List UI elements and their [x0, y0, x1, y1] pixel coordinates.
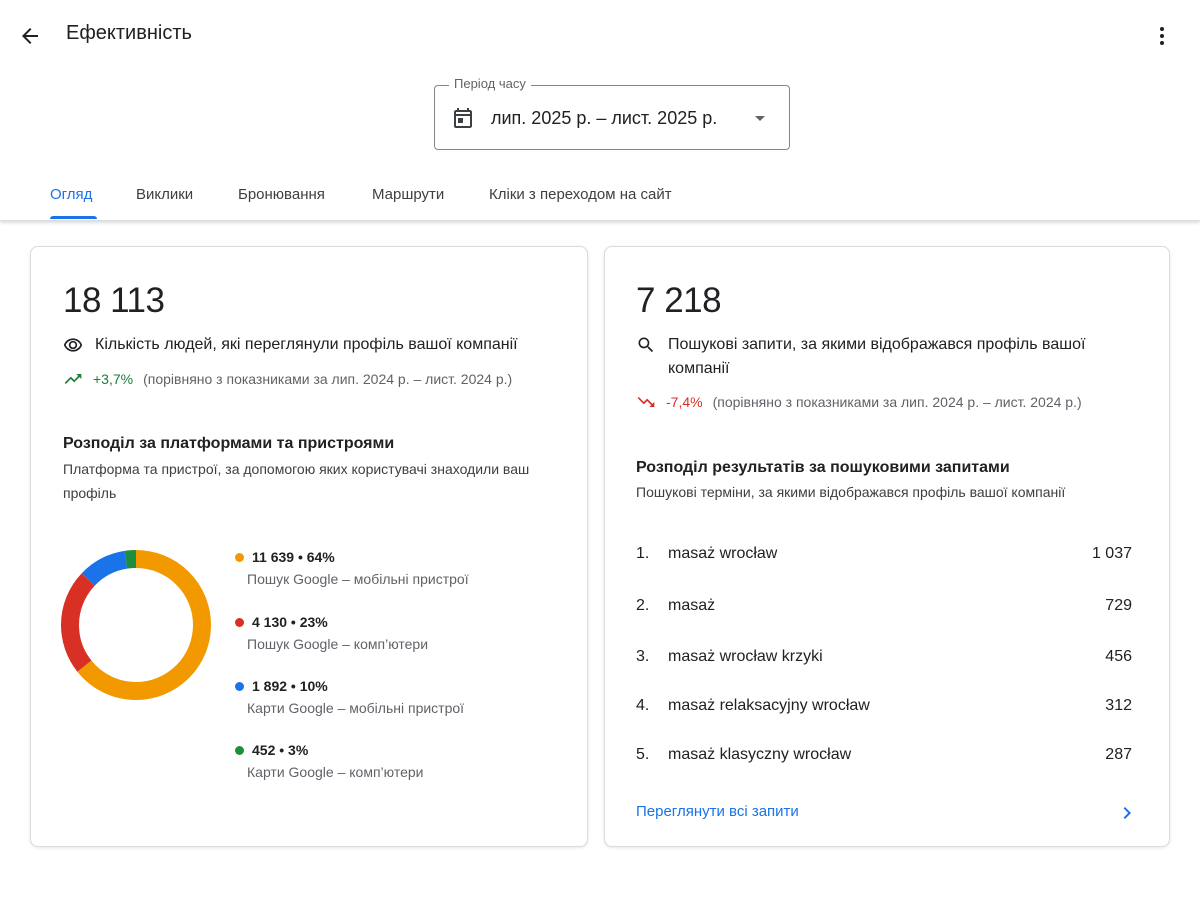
query-term: masaż [668, 597, 716, 614]
query-rank: 5. [636, 746, 650, 763]
legend-label: Пошук Google – мобільні пристрої [247, 571, 469, 587]
arrow-back-icon [22, 28, 38, 44]
search-queries-card: 7 218 Пошукові запити, за якими відображ… [604, 246, 1170, 847]
top-bar: Ефективність [0, 0, 1200, 70]
legend-dot-blue [235, 681, 244, 691]
query-term: masaż relaksacyjny wrocław [668, 697, 870, 714]
back-button[interactable] [14, 20, 46, 52]
searches-metric: Пошукові запити, за якими відображався п… [636, 333, 1136, 381]
page-title: Ефективність [66, 22, 192, 44]
query-term: masaż klasyczny wrocław [668, 746, 852, 763]
legend-label: Карти Google – мобільні пристрої [247, 700, 465, 716]
period-label: Період часу [449, 76, 531, 91]
legend-value: 452 • 3% [252, 742, 309, 758]
breakdown-subtitle: Пошукові терміни, за якими відображався … [636, 484, 1066, 500]
query-rank: 2. [636, 597, 650, 614]
query-rank: 4. [636, 697, 650, 714]
period-value: лип. 2025 р. – лист. 2025 р. [491, 108, 718, 128]
active-tab-indicator [50, 216, 97, 219]
comparison-note: (порівняно з показниками за лип. 2024 р.… [143, 371, 513, 387]
query-row: 3. masaż wrocław krzyki 456 [636, 648, 1132, 672]
more-options-button[interactable] [1146, 20, 1178, 52]
delta-value: +3,7% [93, 371, 134, 387]
legend-label: Пошук Google – комп’ютери [247, 636, 429, 652]
tab-calls[interactable]: Виклики [136, 186, 193, 203]
query-count: 1 037 [1091, 545, 1132, 562]
query-row: 1. masaż wrocław 1 037 [636, 545, 1132, 569]
query-term: masaż wrocław krzyki [668, 648, 823, 665]
query-row: 5. masaż klasyczny wrocław 287 [636, 746, 1132, 770]
legend-item: 452 • 3% Карти Google – комп’ютери [235, 742, 423, 780]
profile-views-label: Кількість людей, які переглянули профіль… [95, 336, 518, 353]
legend-dot-green [235, 745, 244, 755]
legend-value: 4 130 • 23% [252, 614, 328, 630]
legend-item: 4 130 • 23% Пошук Google – комп’ютери [235, 614, 428, 652]
legend-item: 11 639 • 64% Пошук Google – мобільні при… [235, 549, 469, 587]
breakdown-subtitle: Платформа та пристрої, за допомогою яких… [63, 461, 530, 501]
query-count: 287 [1105, 746, 1132, 763]
tab-bookings[interactable]: Бронювання [238, 186, 325, 203]
query-rank: 1. [636, 545, 650, 562]
tab-directions[interactable]: Маршрути [372, 186, 444, 203]
platform-donut-chart [61, 550, 211, 700]
profile-views-card: 18 113 Кількість людей, які переглянули … [30, 246, 588, 847]
profile-views-delta: +3,7% (порівняно з показниками за лип. 2… [63, 369, 512, 389]
query-row: 2. masaż 729 [636, 597, 1132, 621]
eye-icon [63, 333, 83, 357]
searches-total: 7 218 [636, 281, 722, 320]
legend-item: 1 892 • 10% Карти Google – мобільні прис… [235, 678, 464, 716]
legend-label: Карти Google – комп’ютери [247, 764, 424, 780]
dropdown-arrow-icon [755, 116, 765, 121]
query-term: masaż wrocław [668, 545, 778, 562]
profile-views-total: 18 113 [63, 281, 165, 320]
legend-dot-red [235, 617, 244, 627]
delta-value: -7,4% [666, 394, 703, 410]
legend-value: 1 892 • 10% [252, 678, 328, 694]
comparison-note: (порівняно з показниками за лип. 2024 р.… [712, 394, 1082, 410]
legend-dot-orange [235, 552, 244, 562]
query-row: 4. masaż relaksacyjny wrocław 312 [636, 697, 1132, 721]
query-count: 456 [1105, 648, 1132, 665]
profile-views-metric: Кількість людей, які переглянули профіль… [63, 333, 563, 357]
view-all-queries-link[interactable]: Переглянути всі запити [636, 803, 799, 820]
trending-down-icon [637, 397, 655, 407]
tab-overview[interactable]: Огляд [50, 186, 92, 203]
query-count: 312 [1105, 697, 1132, 714]
searches-delta: -7,4% (порівняно з показниками за лип. 2… [636, 392, 1082, 412]
period-select[interactable]: Період часу лип. 2025 р. – лист. 2025 р. [434, 76, 790, 150]
searches-label: Пошукові запити, за якими відображався п… [668, 336, 1086, 377]
search-icon [636, 333, 656, 357]
chevron-right-icon[interactable] [1115, 801, 1139, 825]
query-count: 729 [1105, 597, 1132, 614]
more-vert-icon [1160, 27, 1164, 45]
trending-up-icon [64, 374, 82, 384]
query-rank: 3. [636, 648, 650, 665]
legend-value: 11 639 • 64% [252, 549, 335, 565]
calendar-icon [454, 108, 472, 128]
tab-bar: Огляд Виклики Бронювання Маршрути Кліки … [0, 170, 1200, 221]
breakdown-title: Розподіл результатів за пошуковими запит… [636, 459, 1010, 476]
breakdown-title: Розподіл за платформами та пристроями [63, 435, 395, 452]
tab-website-clicks[interactable]: Кліки з переходом на сайт [489, 186, 672, 203]
